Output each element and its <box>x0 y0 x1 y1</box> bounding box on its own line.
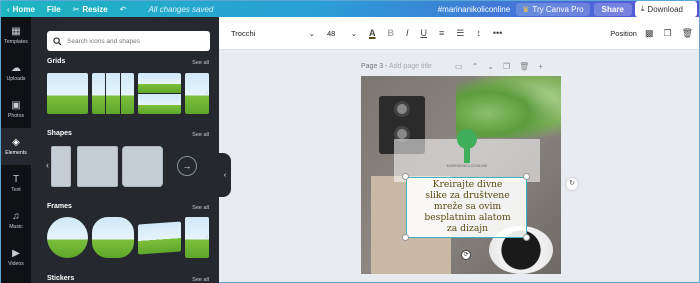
share-button[interactable]: Share <box>593 2 632 16</box>
rail-uploads[interactable]: ☁ Uploads <box>1 54 31 91</box>
page-title-input[interactable]: Add page title <box>389 63 432 70</box>
spacing-icon[interactable]: ↕ <box>476 28 481 38</box>
rail-elements[interactable]: ◈ Elements <box>1 128 31 165</box>
shape-thumbnail[interactable] <box>51 146 71 187</box>
rotate-icon[interactable]: ⟳ <box>461 250 471 260</box>
photo-icon: ▣ <box>11 99 21 111</box>
shapes-see-all[interactable]: See all <box>192 132 209 138</box>
video-icon: ▶ <box>12 247 20 259</box>
text-icon: T <box>12 173 20 185</box>
grid-thumbnail[interactable] <box>138 73 181 114</box>
italic-icon[interactable]: I <box>406 28 409 38</box>
notes-icon[interactable]: ▭ <box>455 62 463 71</box>
shape-thumbnail[interactable] <box>77 146 118 187</box>
duplicate-page-icon[interactable]: ❐ <box>503 62 510 71</box>
rail-music[interactable]: ♫ Music <box>1 202 31 239</box>
side-rail: ▦ Templates ☁ Uploads ▣ Photos ◈ Element… <box>1 17 31 283</box>
chevron-down-icon: ⌄ <box>350 28 357 38</box>
resize-handle[interactable] <box>523 234 530 241</box>
grids-see-all[interactable]: See all <box>192 60 209 66</box>
underline-icon[interactable]: U <box>421 28 428 38</box>
chevron-right-icon[interactable]: › <box>205 87 208 97</box>
undo-icon: ↶ <box>119 4 127 14</box>
font-selector[interactable]: Trocchi ⌄ <box>231 29 315 38</box>
resize-icon: ✂ <box>72 4 80 14</box>
frame-thumbnail[interactable] <box>47 217 88 258</box>
resize-handle[interactable] <box>402 173 409 180</box>
download-icon: ⤓ <box>640 4 645 13</box>
more-icon[interactable]: ••• <box>493 28 502 38</box>
resize-handle[interactable] <box>523 173 530 180</box>
tree-logo-icon[interactable] <box>455 129 479 163</box>
home-button[interactable]: ‹ Home <box>1 1 41 17</box>
save-status: All changes saved <box>148 4 214 14</box>
crown-icon: ♛ <box>522 4 530 14</box>
chevron-up-icon[interactable]: ⌃ <box>472 62 479 71</box>
copy-icon[interactable]: ❐ <box>663 28 671 39</box>
stickers-heading: Stickers <box>47 275 75 282</box>
rail-photos[interactable]: ▣ Photos <box>1 91 31 128</box>
chevron-down-icon: ⌄ <box>308 28 315 38</box>
position-button[interactable]: Position <box>610 29 637 38</box>
frames-heading: Frames <box>47 203 72 210</box>
search-input[interactable] <box>67 37 207 45</box>
grids-heading: Grids <box>47 58 66 65</box>
upload-icon: ☁ <box>11 62 21 74</box>
collapse-panel-button[interactable]: ‹ <box>219 153 231 197</box>
list-icon[interactable]: ☰ <box>456 28 464 39</box>
frames-see-all[interactable]: See all <box>192 205 209 211</box>
resize-handle[interactable] <box>402 234 409 241</box>
chevron-left-icon[interactable]: ‹ <box>46 160 49 170</box>
grid-thumbnail[interactable] <box>92 73 134 114</box>
templates-icon: ▦ <box>11 25 21 37</box>
page-tools: ▭ ⌃ ⌄ ❐ 🗑 + <box>455 62 543 71</box>
delete-icon[interactable]: 🗑 <box>682 28 693 39</box>
back-chevron-icon: ‹ <box>7 4 10 14</box>
rail-templates[interactable]: ▦ Templates <box>1 17 31 54</box>
rail-text[interactable]: T Text <box>1 165 31 202</box>
refresh-icon[interactable]: ↻ <box>566 178 578 190</box>
delete-page-icon[interactable]: 🗑 <box>519 62 529 71</box>
elements-panel: Grids See all › Shapes See all ‹ → Frame… <box>31 17 219 283</box>
search-box[interactable] <box>47 31 210 51</box>
selected-text-box[interactable]: Kreirajte divne slike za društvene mreže… <box>406 177 527 238</box>
resize-button[interactable]: ✂ Resize <box>67 1 114 17</box>
page-label: Page 3 - Add page title <box>361 63 432 70</box>
format-toolbar: Trocchi ⌄ 48 ⌄ A B I U ≡ ☰ ↕ ••• Positio… <box>219 17 699 50</box>
align-center-icon[interactable]: ≡ <box>439 28 444 38</box>
try-pro-button[interactable]: ♛ Try Canva Pro <box>516 2 590 16</box>
download-button[interactable]: ⤓ Download <box>634 1 697 17</box>
bold-icon[interactable]: B <box>388 28 395 38</box>
frame-thumbnail[interactable] <box>92 217 134 258</box>
logo-caption: MARINANIKOLICONLINE <box>446 164 488 168</box>
grid-thumbnail[interactable] <box>47 73 88 114</box>
rail-videos[interactable]: ▶ Videos <box>1 239 31 276</box>
add-page-icon[interactable]: + <box>538 62 543 71</box>
top-bar: ‹ Home File ✂ Resize ↶ All changes saved… <box>1 1 699 17</box>
undo-button[interactable]: ↶ <box>114 1 133 17</box>
transparency-icon[interactable]: ▩ <box>645 28 654 39</box>
design-text[interactable]: Kreirajte divne slike za društvene mreže… <box>407 178 528 234</box>
search-icon <box>53 36 62 46</box>
text-color-icon[interactable]: A <box>369 28 376 38</box>
chevron-left-icon: ‹ <box>223 171 227 179</box>
font-size-selector[interactable]: 48 ⌄ <box>327 29 357 38</box>
shape-thumbnail[interactable] <box>122 146 163 187</box>
shapes-heading: Shapes <box>47 130 72 137</box>
chevron-down-icon[interactable]: ⌄ <box>487 62 494 71</box>
next-arrow-icon[interactable]: → <box>177 156 197 176</box>
design-title[interactable]: #marinanikoliconline <box>432 1 516 17</box>
frame-thumbnail[interactable] <box>138 221 181 255</box>
stickers-see-all[interactable]: See all <box>192 277 209 283</box>
elements-icon: ◈ <box>12 136 20 148</box>
file-menu[interactable]: File <box>41 1 67 17</box>
chevron-right-icon[interactable]: › <box>205 231 208 241</box>
music-icon: ♫ <box>12 210 20 222</box>
